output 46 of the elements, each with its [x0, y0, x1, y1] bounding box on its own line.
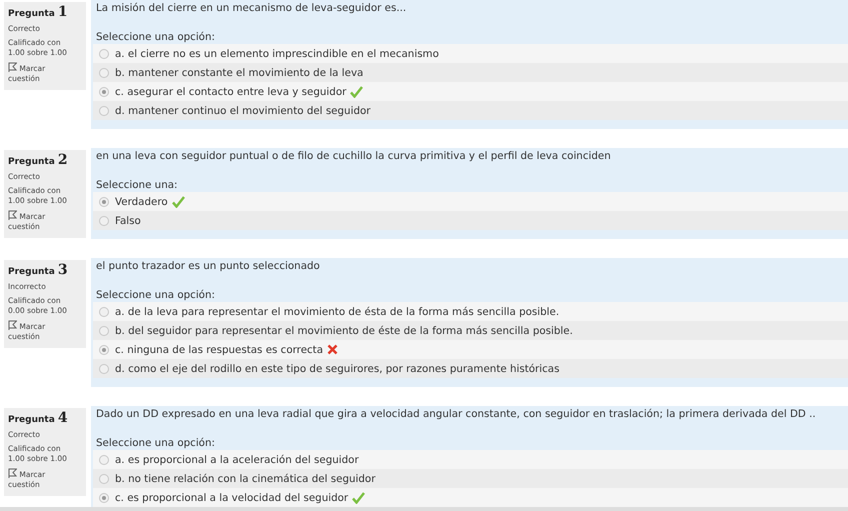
radio-button[interactable]: [99, 326, 109, 336]
question-text: en una leva con seguidor puntual o de filo de cuchillo la curva primitiva y el perfil de leva coinciden: [96, 149, 612, 164]
flag-icon: [8, 210, 17, 220]
question-text: La misión del cierre en un mecanismo de leva-seguidor es...: [96, 1, 408, 16]
flag-icon: [8, 320, 17, 330]
answer-option: b. mantener constante el movimiento de la leva: [115, 66, 364, 78]
question-text: el punto trazador es un punto seleccionado: [96, 259, 321, 274]
answer-option: d. mantener continuo el movimiento del seguidor: [115, 104, 371, 116]
radio-button[interactable]: [99, 196, 109, 206]
answer-option: c. ninguna de las respuestas es correcta: [115, 344, 324, 356]
radio-button[interactable]: [99, 474, 109, 484]
radio-button[interactable]: [99, 364, 109, 374]
radio-button[interactable]: [99, 454, 109, 464]
radio-button[interactable]: [99, 86, 109, 96]
radio-button[interactable]: [99, 68, 109, 78]
question-number: Pregunta 2: [8, 152, 69, 168]
radio-button[interactable]: [99, 106, 109, 116]
answer-prompt: Seleccione una opción:: [96, 30, 216, 44]
answer-option: d. como el eje del rodillo en este tipo de seguirores, por razones puramente históricas: [115, 362, 560, 374]
answer-option: b. no tiene relación con la cinemática del seguidor: [115, 472, 376, 484]
answer-prompt: Seleccione una opción:: [96, 436, 216, 450]
answer-prompt: Seleccione una:: [96, 178, 179, 192]
radio-button[interactable]: [99, 48, 109, 58]
question-text: Dado un DD expresado en una leva radial que gira a velocidad angular constante, con seguidor en traslación; la primera derivada del DD ..: [96, 407, 817, 422]
answer-option: a. es proporcional a la aceleración del seguidor: [115, 454, 359, 466]
radio-button[interactable]: [99, 344, 109, 354]
check-icon: [352, 492, 366, 504]
answer-option: c. es proporcional a la velocidad del seguidor: [115, 492, 348, 504]
flag-icon: [8, 62, 17, 72]
answer-option: c. asegurar el contacto entre leva y seguidor: [115, 86, 346, 98]
check-icon: [350, 86, 364, 98]
flag-icon: [8, 468, 17, 478]
check-icon: [172, 196, 185, 208]
answer-option: a. de la leva para representar el movimiento de ésta de la forma más sencilla posible.: [115, 306, 560, 318]
answer-prompt: Seleccione una opción:: [96, 288, 216, 302]
question-number: Pregunta 4: [8, 410, 69, 426]
question-number: Pregunta 3: [8, 262, 69, 278]
question-number: Pregunta 1: [8, 4, 69, 20]
answer-option: a. el cierre no es un elemento imprescindible en el mecanismo: [115, 48, 439, 60]
answer-option: Verdadero: [115, 196, 168, 208]
radio-button[interactable]: [99, 492, 109, 502]
cross-icon: [327, 344, 338, 355]
answer-option: Falso: [115, 214, 141, 226]
radio-button[interactable]: [99, 216, 109, 226]
radio-button[interactable]: [99, 306, 109, 316]
answer-option: b. del seguidor para representar el movimiento de éste de la forma más sencilla posible.: [115, 324, 573, 336]
